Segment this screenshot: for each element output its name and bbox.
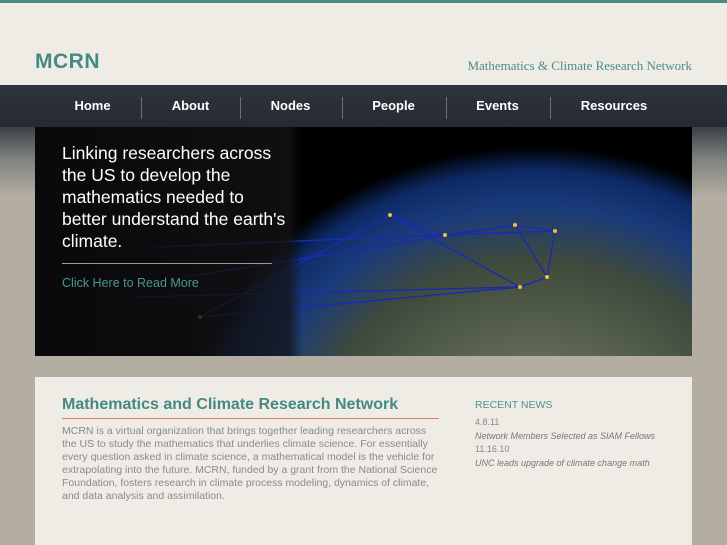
nav-about[interactable]: About [153, 85, 228, 127]
site-logo[interactable]: MCRN [35, 50, 100, 74]
nav-nodes[interactable]: Nodes [253, 85, 328, 127]
nav-divider [550, 97, 551, 119]
heading-underline [62, 418, 439, 419]
content-panel: Mathematics and Climate Research Network… [35, 377, 692, 545]
site-tagline: Mathematics & Climate Research Network [467, 58, 692, 73]
nav-home[interactable]: Home [55, 85, 130, 127]
site-header: MCRN Mathematics & Climate Research Netw… [0, 3, 727, 85]
news-link[interactable]: Network Members Selected as SIAM Fellows [475, 429, 685, 443]
recent-news-heading: RECENT NEWS [475, 399, 553, 411]
nav-people[interactable]: People [356, 85, 431, 127]
news-link[interactable]: UNC leads upgrade of climate change math [475, 456, 685, 470]
nav-resources[interactable]: Resources [569, 85, 659, 127]
news-date: 4.8.11 [475, 417, 500, 427]
nav-events[interactable]: Events [460, 85, 535, 127]
recent-news: RECENT NEWS 4.8.11 Network Members Selec… [475, 399, 685, 470]
hero-headline: Linking researchers across the US to dev… [62, 143, 286, 251]
hero-divider [62, 263, 272, 264]
intro-paragraph: MCRN is a virtual organization that brin… [62, 425, 438, 502]
nav-divider [141, 97, 142, 119]
main-nav: Home About Nodes People Events Resources [0, 85, 727, 127]
nav-divider [240, 97, 241, 119]
nav-divider [446, 97, 447, 119]
read-more-link[interactable]: Click Here to Read More [62, 276, 199, 290]
hero-banner: Linking researchers across the US to dev… [35, 127, 692, 356]
news-date: 11.16.10 [475, 444, 510, 454]
nav-divider [342, 97, 343, 119]
main-heading: Mathematics and Climate Research Network [62, 396, 399, 413]
